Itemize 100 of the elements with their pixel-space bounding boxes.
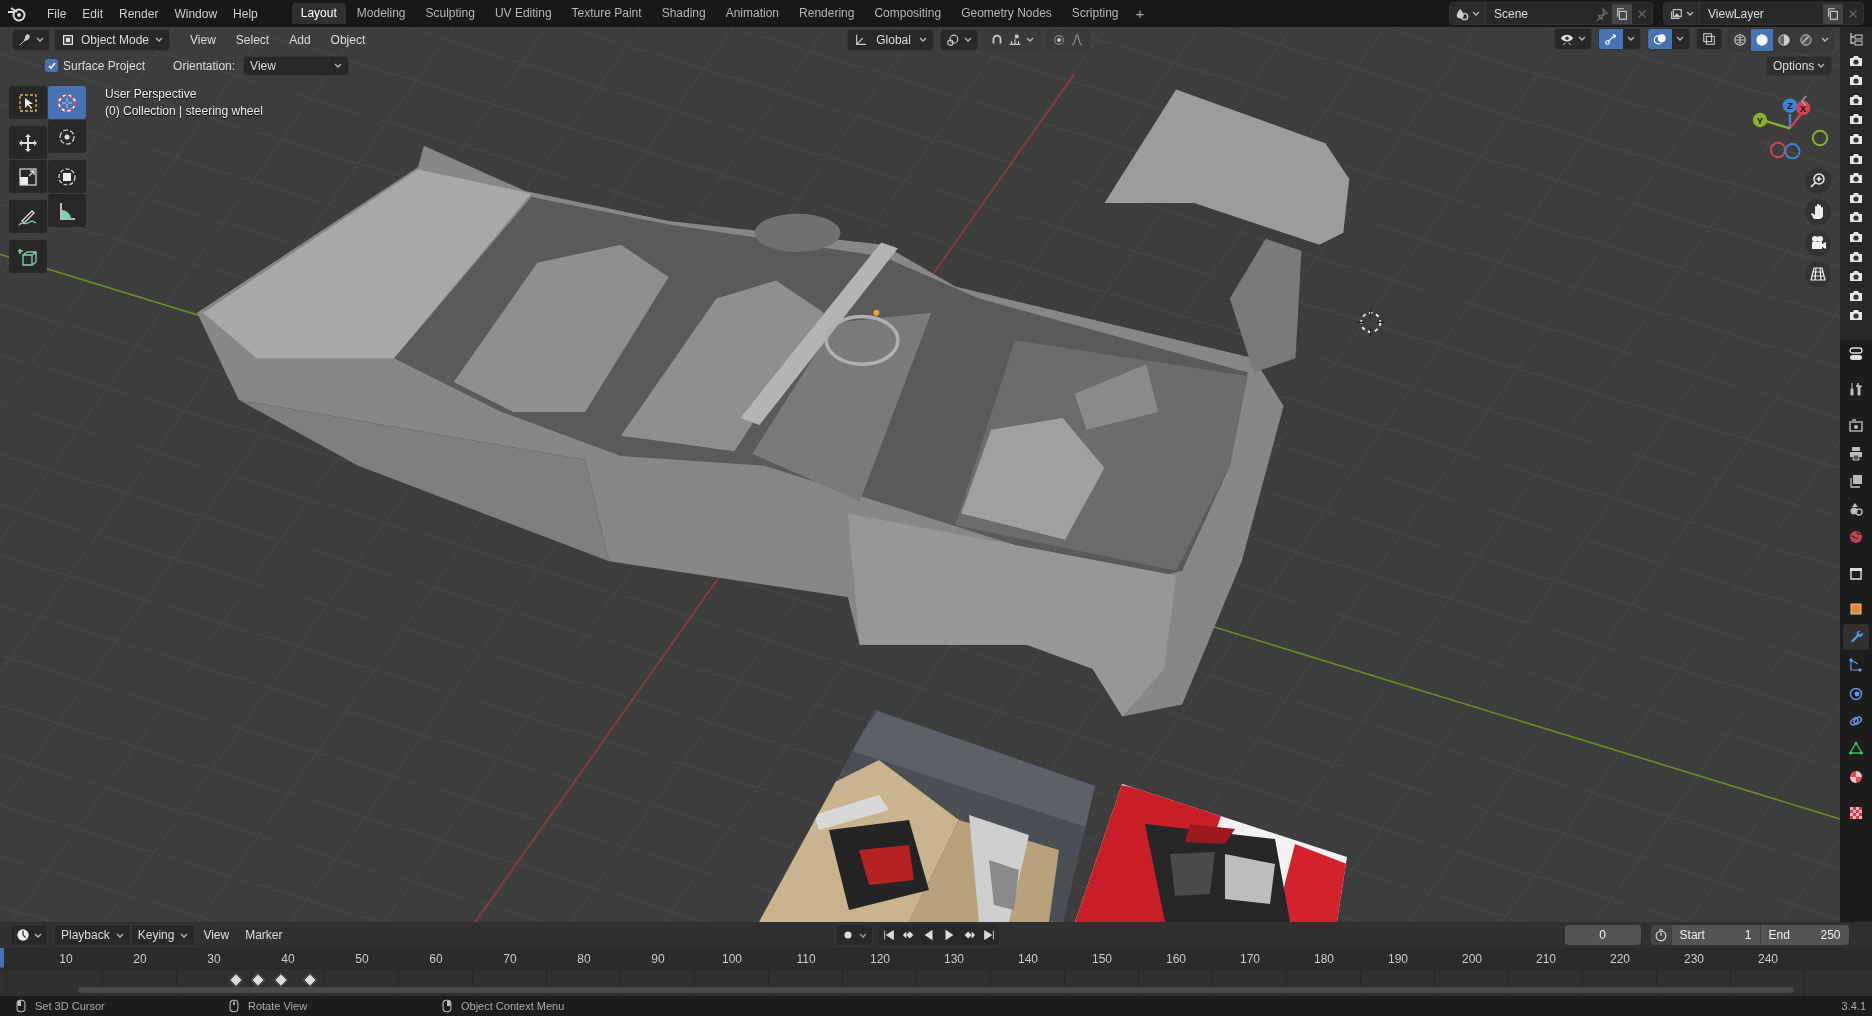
- workspace-tab[interactable]: Rendering: [790, 3, 864, 24]
- negative-axis-handle[interactable]: [1811, 129, 1829, 147]
- mode-dropdown[interactable]: Object Mode: [54, 28, 171, 51]
- hint-label: Rotate View: [248, 1000, 308, 1012]
- visibility-button[interactable]: [1554, 27, 1592, 50]
- negative-axis-handle[interactable]: [1769, 141, 1787, 159]
- blender-logo-icon[interactable]: [7, 5, 27, 22]
- transform-orientation-dropdown[interactable]: Global: [847, 28, 934, 51]
- current-frame-field[interactable]: 0: [1564, 925, 1641, 945]
- xray-toggle-button[interactable]: [1696, 27, 1722, 50]
- square-icon: [1848, 601, 1864, 617]
- shading-mode-button[interactable]: [1751, 28, 1773, 51]
- orientation-dropdown[interactable]: View: [243, 55, 350, 76]
- workspace-tab[interactable]: Scripting: [1062, 3, 1128, 24]
- menu-item[interactable]: Playback: [54, 924, 131, 946]
- perspective-toggle-button[interactable]: [1805, 261, 1831, 287]
- caret-icon: [1578, 36, 1586, 41]
- editor-type-icon[interactable]: [1848, 346, 1864, 362]
- axis-handle[interactable]: Y: [1752, 112, 1768, 128]
- mouse-icon: [14, 999, 28, 1013]
- workspace-tab[interactable]: Shading: [652, 3, 715, 24]
- workspace-tab[interactable]: Animation: [716, 3, 789, 24]
- caret-icon: [1821, 37, 1829, 42]
- add-workspace-button[interactable]: +: [1129, 5, 1151, 22]
- workspace-tab[interactable]: Geometry Nodes: [952, 3, 1061, 24]
- overlays-icon: [1653, 31, 1667, 46]
- pivot-point-button[interactable]: [939, 28, 978, 51]
- copy-icon[interactable]: [1823, 3, 1843, 24]
- tool-button[interactable]: [9, 200, 47, 233]
- scrollbar[interactable]: [78, 987, 1794, 993]
- workspace-tab[interactable]: UV Editing: [485, 3, 561, 24]
- properties-tab[interactable]: [1843, 624, 1869, 650]
- sidebar-toggle-icon[interactable]: [1800, 95, 1808, 107]
- pan-button[interactable]: [1805, 199, 1831, 225]
- tool-button[interactable]: [9, 240, 47, 273]
- menu-item[interactable]: Edit: [74, 3, 112, 24]
- tool-button[interactable]: [48, 120, 86, 153]
- workspace-tab[interactable]: Modeling: [347, 3, 415, 24]
- copy-icon[interactable]: [1612, 3, 1632, 24]
- frame-number: 50: [354, 952, 370, 966]
- options-dropdown[interactable]: Options: [1766, 55, 1832, 76]
- tool-button[interactable]: [9, 126, 47, 159]
- stopwatch-icon: [1653, 928, 1668, 942]
- editor-type-button[interactable]: [10, 924, 48, 946]
- workspace-tab[interactable]: Compositing: [865, 3, 951, 24]
- start-frame-field[interactable]: Start 1: [1670, 925, 1760, 945]
- menu-item[interactable]: Marker: [237, 928, 291, 942]
- preview-range-button[interactable]: [1650, 925, 1671, 945]
- sphere-icon: [1848, 769, 1864, 785]
- tool-button[interactable]: [9, 160, 47, 193]
- workspace-tab[interactable]: Sculpting: [416, 3, 484, 24]
- snap-button[interactable]: [983, 28, 1040, 51]
- menu-item[interactable]: Render: [111, 3, 167, 24]
- menu-item[interactable]: View: [182, 32, 224, 47]
- tool-button[interactable]: [9, 86, 47, 119]
- caret-icon: [1686, 11, 1694, 16]
- zoom-button[interactable]: [1805, 168, 1831, 194]
- cursor-3d-icon[interactable]: [1355, 307, 1386, 338]
- tool-button[interactable]: [48, 194, 86, 227]
- menu-item[interactable]: Add: [281, 32, 319, 47]
- menu-item[interactable]: Keying: [130, 924, 196, 946]
- camera-view-button[interactable]: [1805, 230, 1831, 256]
- end-frame-field[interactable]: End 250: [1759, 925, 1849, 945]
- shading-mode-button[interactable]: [1729, 28, 1751, 51]
- hint-label: Set 3D Cursor: [35, 1000, 105, 1012]
- auto-keying-button[interactable]: [834, 924, 873, 946]
- scene-icon: [1455, 6, 1469, 21]
- menu-item[interactable]: Help: [225, 3, 266, 24]
- negative-axis-handle[interactable]: [1784, 143, 1801, 160]
- scene-browse-button[interactable]: [1450, 3, 1486, 24]
- menu-item[interactable]: Window: [166, 3, 226, 24]
- editor-type-button[interactable]: [12, 28, 50, 51]
- tool-button[interactable]: [48, 160, 86, 193]
- menu-item[interactable]: File: [39, 3, 75, 24]
- wireframe-sphere-icon: [1733, 32, 1747, 47]
- shading-mode-button[interactable]: [1773, 28, 1795, 51]
- menu-item[interactable]: Select: [227, 32, 278, 47]
- gizmo-toggle-button[interactable]: [1598, 27, 1641, 50]
- display-mode-icon[interactable]: [1848, 31, 1864, 47]
- caret-icon: [334, 63, 343, 68]
- axis-handle[interactable]: X: [1796, 100, 1811, 116]
- proportional-editing-button[interactable]: [1045, 28, 1090, 51]
- overlays-toggle-button[interactable]: [1647, 27, 1690, 50]
- workspace-tab[interactable]: Layout: [291, 3, 346, 24]
- frame-number: 110: [795, 952, 817, 966]
- frame-number: 180: [1313, 952, 1335, 966]
- caret-icon: [963, 37, 972, 42]
- movie-camera-icon: [1809, 234, 1827, 252]
- caret-icon: [1472, 11, 1480, 16]
- frame-number: 40: [280, 952, 296, 966]
- workspace-tab[interactable]: Texture Paint: [562, 3, 651, 24]
- menu-item[interactable]: View: [195, 928, 238, 942]
- checkmark-icon: [46, 60, 57, 71]
- checkbox[interactable]: [45, 59, 58, 72]
- axis-handle[interactable]: Z: [1782, 98, 1798, 113]
- rendered-sphere-icon: [1799, 32, 1813, 47]
- view-layer-browse-button[interactable]: [1664, 3, 1700, 24]
- chain-icon: [1848, 713, 1864, 729]
- menu-item[interactable]: Object: [322, 32, 374, 47]
- mouse-icon: [440, 999, 454, 1013]
